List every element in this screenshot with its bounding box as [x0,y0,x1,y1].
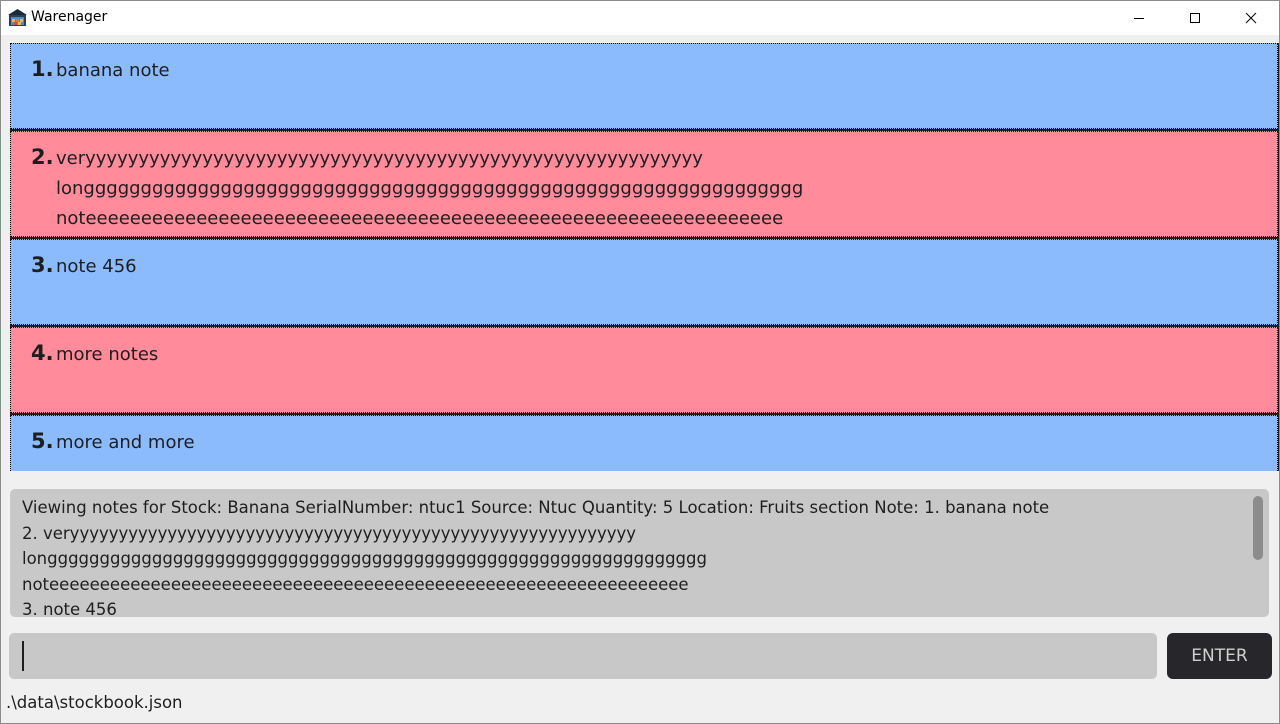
note-number: 4. [31,341,54,365]
minimize-button[interactable] [1111,0,1167,35]
maximize-button[interactable] [1167,0,1223,35]
note-text: more notes [56,344,159,365]
warehouse-icon [8,8,27,27]
close-icon [1245,12,1257,23]
note-card[interactable]: 1. banana note [10,43,1279,130]
command-input[interactable] [9,633,1157,679]
note-card[interactable]: 4. more notes [10,326,1279,414]
result-scrollbar[interactable] [1253,496,1263,560]
result-display[interactable]: Viewing notes for Stock: Banana SerialNu… [10,489,1269,617]
minimize-icon [1134,17,1144,19]
close-button[interactable] [1223,0,1279,35]
note-card[interactable]: 2. veryyyyyyyyyyyyyyyyyyyyyyyyyyyyyyyyyy… [10,130,1279,238]
note-card[interactable]: 3. note 456 [10,238,1279,326]
result-text: Viewing notes for Stock: Banana SerialNu… [22,498,1050,617]
note-text: veryyyyyyyyyyyyyyyyyyyyyyyyyyyyyyyyyyyyy… [56,148,804,229]
title-bar[interactable]: Warenager [0,0,1280,35]
note-number: 1. [31,57,54,81]
enter-button[interactable]: ENTER [1167,633,1272,679]
notes-list[interactable]: 1. banana note 2. veryyyyyyyyyyyyyyyyyyy… [10,43,1280,471]
note-text: banana note [56,60,170,81]
text-caret [22,641,24,671]
note-text: more and more [56,432,195,453]
note-card[interactable]: 5. more and more [10,414,1279,471]
maximize-icon [1190,12,1200,23]
note-number: 2. [31,145,54,169]
note-number: 3. [31,253,54,277]
note-text: note 456 [56,256,137,277]
window-title: Warenager [31,9,108,25]
save-location-path: .\data\stockbook.json [6,693,183,712]
note-number: 5. [31,429,54,453]
